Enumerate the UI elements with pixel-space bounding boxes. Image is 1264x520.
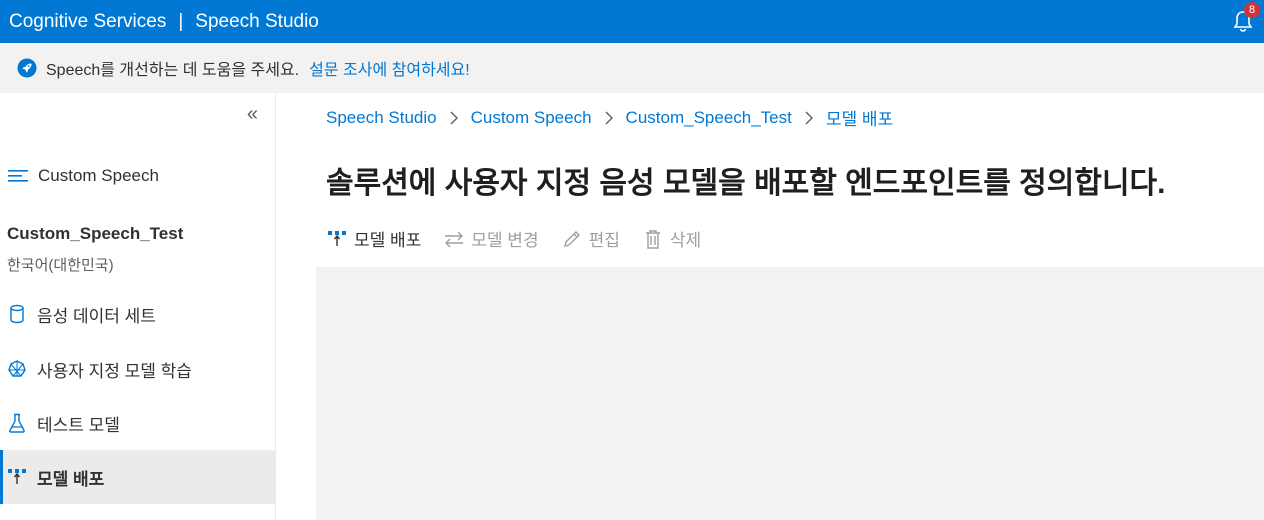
deploy-model-label: 모델 배포 [354, 231, 422, 250]
edit-label: 편집 [588, 231, 620, 250]
breadcrumb-project[interactable]: Custom_Speech_Test [626, 108, 792, 128]
chevron-right-icon [450, 111, 458, 124]
menu-icon [8, 170, 28, 182]
project-language: 한국어(대한민국) [7, 257, 114, 274]
edit-button[interactable]: 편집 [561, 226, 620, 251]
deploy-icon [326, 228, 348, 250]
notification-badge: 8 [1244, 2, 1260, 18]
feedback-banner: Speech를 개선하는 데 도움을 주세요. 설문 조사에 참여하세요! [0, 43, 1264, 93]
project-name: Custom_Speech_Test [7, 224, 184, 243]
trash-icon [642, 228, 664, 250]
sidebar-item-custom-speech[interactable]: Custom Speech [8, 166, 159, 186]
deploy-icon [7, 467, 27, 487]
sidebar-item-label: 음성 데이터 세트 [37, 306, 156, 326]
pencil-icon [561, 228, 583, 250]
deploy-model-button[interactable]: 모델 배포 [326, 226, 421, 251]
database-icon [7, 304, 27, 324]
delete-button[interactable]: 삭제 [642, 226, 701, 251]
brand-separator: | [178, 10, 184, 32]
sidebar: « Custom Speech Custom_Speech_Test 한국어(대… [0, 93, 276, 520]
deployments-list-area [316, 267, 1264, 520]
sidebar-item-label: 테스트 모델 [37, 415, 120, 435]
collapse-sidebar-button[interactable]: « [247, 103, 258, 126]
top-bar: Cognitive Services | Speech Studio 8 [0, 0, 1264, 43]
rocket-icon [17, 58, 37, 78]
breadcrumb-custom-speech[interactable]: Custom Speech [471, 108, 592, 128]
sidebar-item-train-model[interactable]: 사용자 지정 모델 학습 [0, 342, 276, 396]
sidebar-item-test-model[interactable]: 테스트 모델 [0, 396, 276, 450]
notifications-button[interactable]: 8 [1232, 2, 1260, 33]
breadcrumb-speech-studio[interactable]: Speech Studio [326, 108, 437, 128]
page-title: 솔루션에 사용자 지정 음성 모델을 배포할 엔드포인트를 정의합니다. [326, 167, 1166, 200]
sidebar-item-deploy-model[interactable]: 모델 배포 [0, 450, 276, 504]
sidebar-item-speech-datasets[interactable]: 음성 데이터 세트 [0, 287, 276, 341]
survey-link[interactable]: 설문 조사에 참여하세요! [309, 56, 470, 80]
sidebar-item-label: 모델 배포 [37, 469, 105, 489]
banner-text: Speech를 개선하는 데 도움을 주세요. [46, 62, 300, 79]
sidebar-item-label: 사용자 지정 모델 학습 [37, 361, 192, 381]
toolbar: 모델 배포 모델 변경 편집 삭제 [326, 226, 723, 251]
change-model-label: 모델 변경 [471, 231, 539, 250]
app-name: Speech Studio [195, 10, 319, 32]
product-name: Cognitive Services [9, 10, 167, 32]
sidebar-section-label: Custom Speech [38, 166, 159, 185]
chevron-right-icon [605, 111, 613, 124]
breadcrumb: Speech Studio Custom Speech Custom_Speec… [326, 105, 893, 130]
brain-icon [7, 359, 27, 379]
flask-icon [7, 413, 27, 433]
swap-icon [443, 228, 465, 250]
delete-label: 삭제 [669, 231, 702, 250]
app-brand[interactable]: Cognitive Services | Speech Studio [0, 11, 319, 33]
change-model-button[interactable]: 모델 변경 [443, 226, 539, 251]
breadcrumb-current[interactable]: 모델 배포 [826, 105, 893, 130]
chevron-right-icon [805, 111, 813, 124]
